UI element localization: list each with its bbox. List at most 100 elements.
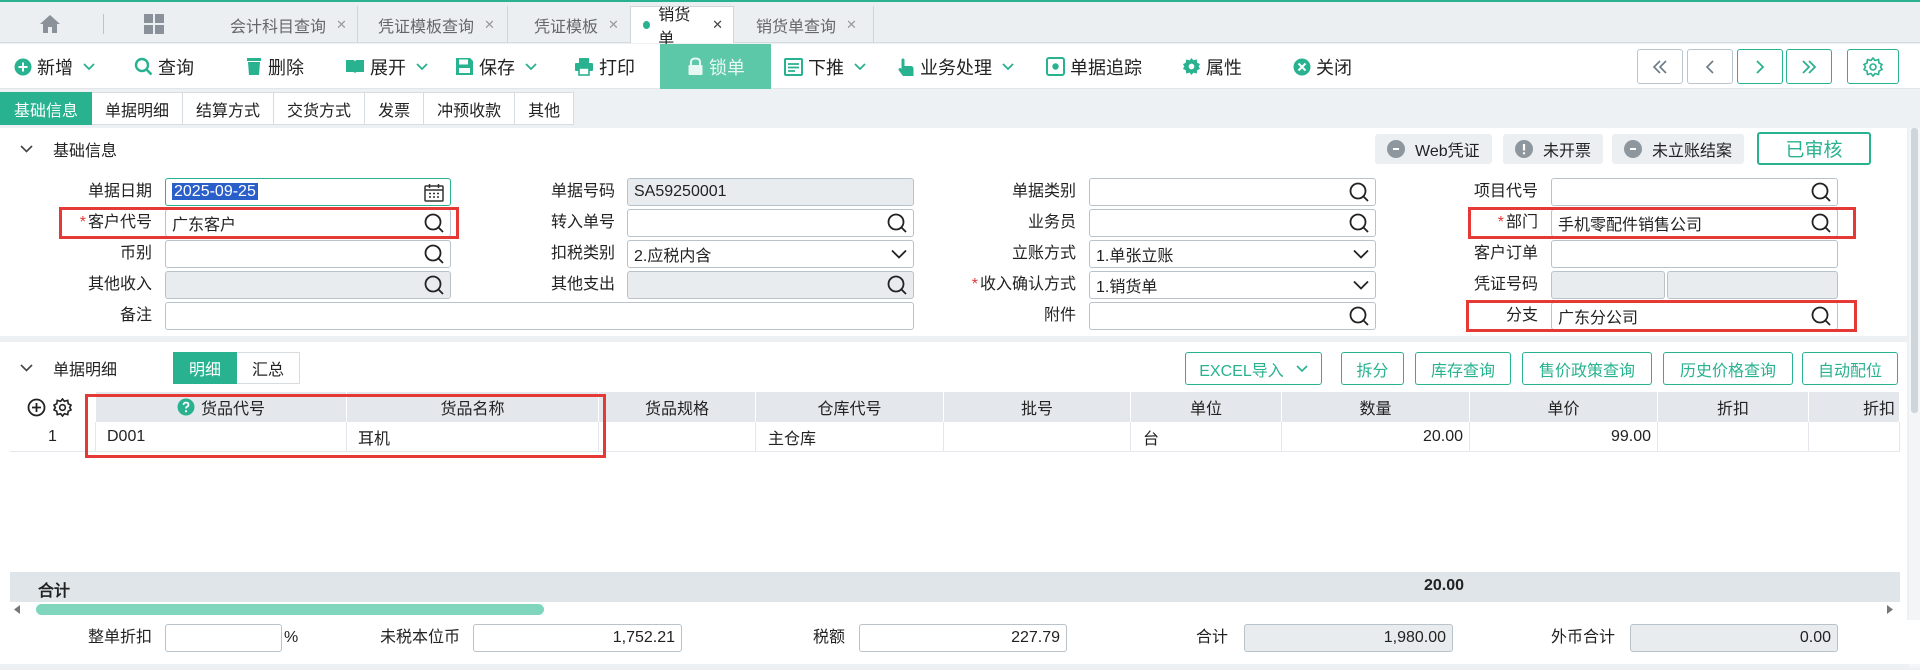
cell-batch[interactable]	[944, 422, 1131, 452]
whole-discount-input[interactable]	[165, 624, 282, 652]
customer-input[interactable]: 广东客户	[165, 209, 451, 237]
close-icon[interactable]: ✕	[608, 17, 619, 33]
lock-button[interactable]: 锁单	[660, 44, 771, 89]
gear-icon[interactable]	[53, 397, 72, 417]
delete-button[interactable]: 删除	[245, 44, 304, 89]
search-icon[interactable]	[424, 244, 444, 264]
col-header-batch[interactable]: 批号	[944, 392, 1131, 422]
attachment-input[interactable]	[1089, 302, 1376, 330]
apps-grid-icon[interactable]	[130, 10, 178, 38]
cell-warehouse[interactable]: 主仓库	[756, 422, 944, 452]
tab-voucher-template-query[interactable]: 凭证模板查询 ✕	[358, 6, 508, 43]
voucher-number-input[interactable]	[1667, 271, 1838, 299]
income-confirm-select[interactable]: 1.销货单	[1089, 271, 1376, 299]
col-header-warehouse[interactable]: 仓库代号	[756, 392, 944, 422]
other-income-input[interactable]	[165, 271, 451, 299]
subtab-prepayment-offset[interactable]: 冲预收款	[424, 92, 516, 125]
col-header-item-code[interactable]: 货品代号	[96, 392, 347, 422]
col-header-discount[interactable]: 折扣	[1658, 392, 1809, 422]
query-button[interactable]: 查询	[134, 44, 194, 89]
split-button[interactable]: 拆分	[1341, 352, 1404, 385]
search-icon[interactable]	[424, 213, 444, 233]
document-type-input[interactable]	[1089, 178, 1376, 206]
cell-discount-2[interactable]	[1809, 422, 1900, 452]
tab-account-query[interactable]: 会计科目查询 ✕	[210, 6, 358, 43]
subtab-settlement[interactable]: 结算方式	[183, 92, 275, 125]
scroll-thumb[interactable]	[36, 604, 544, 615]
untaxed-input[interactable]: 1,752.21	[473, 624, 682, 652]
search-icon[interactable]	[424, 275, 444, 295]
cell-item-name[interactable]: 耳机	[347, 422, 599, 452]
document-number-input[interactable]: SA59250001	[627, 178, 914, 206]
project-code-input[interactable]	[1551, 178, 1838, 206]
settings-button[interactable]	[1847, 49, 1899, 84]
close-icon[interactable]: ✕	[336, 17, 347, 33]
col-header-price[interactable]: 单价	[1470, 392, 1658, 422]
add-button[interactable]: 新增	[14, 44, 95, 89]
detail-header[interactable]: 单据明细	[20, 357, 117, 379]
salesman-input[interactable]	[1089, 209, 1376, 237]
tax-type-select[interactable]: 2.应税内含	[627, 240, 914, 268]
horizontal-scrollbar[interactable]	[10, 602, 1900, 616]
search-icon[interactable]	[1811, 182, 1831, 202]
document-trace-button[interactable]: 单据追踪	[1046, 44, 1142, 89]
first-record-button[interactable]	[1637, 49, 1683, 84]
subtab-delivery[interactable]: 交货方式	[274, 92, 366, 125]
business-process-button[interactable]: 业务处理	[897, 44, 1014, 89]
tax-amount-input[interactable]: 227.79	[859, 624, 1067, 652]
currency-input[interactable]	[165, 240, 451, 268]
scroll-left-icon[interactable]	[14, 605, 21, 614]
search-icon[interactable]	[1349, 213, 1369, 233]
search-icon[interactable]	[887, 213, 907, 233]
print-button[interactable]: 打印	[574, 44, 635, 89]
push-down-button[interactable]: 下推	[784, 44, 866, 89]
scroll-right-icon[interactable]	[1886, 605, 1893, 614]
auto-allocate-button[interactable]: 自动配位	[1802, 352, 1898, 385]
view-detail-button[interactable]: 明细	[173, 352, 238, 384]
cell-price[interactable]: 99.00	[1470, 422, 1658, 452]
subtab-document-detail[interactable]: 单据明细	[92, 92, 184, 125]
customer-order-input[interactable]	[1551, 240, 1838, 268]
col-header-quantity[interactable]: 数量	[1282, 392, 1470, 422]
search-icon[interactable]	[1349, 182, 1369, 202]
tab-voucher-template[interactable]: 凭证模板 ✕	[514, 6, 632, 43]
stock-query-button[interactable]: 库存查询	[1415, 352, 1511, 385]
department-input[interactable]: 手机零配件销售公司	[1551, 209, 1838, 237]
price-policy-query-button[interactable]: 售价政策查询	[1522, 352, 1652, 385]
excel-import-button[interactable]: EXCEL导入	[1185, 352, 1322, 385]
price-history-query-button[interactable]: 历史价格查询	[1663, 352, 1793, 385]
other-expense-input[interactable]	[627, 271, 914, 299]
help-circle-icon[interactable]	[177, 398, 195, 416]
account-method-select[interactable]: 1.单张立账	[1089, 240, 1376, 268]
properties-button[interactable]: 属性	[1182, 44, 1242, 89]
vertical-scrollbar[interactable]	[1909, 128, 1920, 668]
tab-sales-order-query[interactable]: 销货单查询 ✕	[736, 6, 874, 43]
close-icon[interactable]: ✕	[484, 17, 495, 33]
cell-unit[interactable]: 台	[1131, 422, 1282, 452]
cell-quantity[interactable]: 20.00	[1282, 422, 1470, 452]
home-icon[interactable]	[26, 10, 74, 38]
basic-info-header[interactable]: 基础信息	[20, 138, 117, 160]
cell-discount[interactable]	[1658, 422, 1809, 452]
add-row-icon[interactable]	[27, 398, 46, 417]
col-header-spec[interactable]: 货品规格	[599, 392, 756, 422]
prev-record-button[interactable]	[1687, 49, 1733, 84]
col-header-discount-2[interactable]: 折扣	[1809, 392, 1900, 422]
close-icon[interactable]: ✕	[712, 17, 723, 33]
save-button[interactable]: 保存	[455, 44, 537, 89]
approved-button[interactable]: 已审核	[1757, 132, 1871, 165]
cell-spec[interactable]	[599, 422, 756, 452]
col-header-item-name[interactable]: 货品名称	[347, 392, 599, 422]
next-record-button[interactable]	[1737, 49, 1783, 84]
search-icon[interactable]	[1811, 213, 1831, 233]
search-icon[interactable]	[1349, 306, 1369, 326]
remark-input[interactable]	[165, 302, 914, 330]
grand-total-input[interactable]: 1,980.00	[1244, 624, 1453, 652]
tab-sales-order[interactable]: 销货单 ✕	[630, 6, 734, 48]
cell-item-code[interactable]: D001	[96, 422, 347, 452]
subtab-other[interactable]: 其他	[515, 92, 575, 125]
foreign-total-input[interactable]: 0.00	[1630, 624, 1838, 652]
date-input[interactable]: 2025-09-25	[165, 178, 451, 206]
expand-button[interactable]: 展开	[345, 44, 428, 89]
transfer-number-input[interactable]	[627, 209, 914, 237]
